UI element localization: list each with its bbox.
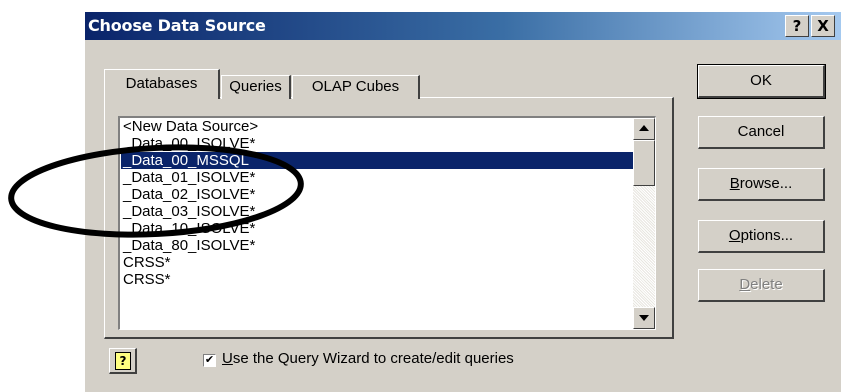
list-item-selected[interactable]: _Data_00_MSSQL [121,152,641,169]
dialog-title: Choose Data Source [88,16,266,35]
scrollbar-thumb[interactable] [633,140,655,186]
list-item[interactable]: _Data_01_ISOLVE* [121,169,635,186]
list-item[interactable]: CRSS* [121,254,635,271]
browse-label: rowse... [739,175,793,192]
browse-accel: B [729,175,740,192]
help-button[interactable]: ? [109,348,137,374]
query-wizard-label[interactable]: Use the Query Wizard to create/edit quer… [222,350,514,367]
data-source-list[interactable]: <New Data Source> _Data_00_ISOLVE* _Data… [118,116,656,330]
tab-databases-label: Databases [125,75,198,92]
tab-queries[interactable]: Queries [221,75,291,99]
delete-button[interactable]: Delete [698,269,825,302]
delete-label: elete [750,276,783,293]
options-button[interactable]: Options... [698,220,825,253]
list-item[interactable]: _Data_80_ISOLVE* [121,237,635,254]
arrow-down-icon [639,315,649,321]
scroll-down-button[interactable] [633,307,655,329]
list-item[interactable]: _Data_03_ISOLVE* [121,203,635,220]
scroll-up-button[interactable] [633,118,655,140]
vertical-scrollbar[interactable] [633,118,655,329]
title-bar[interactable]: Choose Data Source ? X [85,12,841,40]
tab-queries-label: Queries [229,78,282,95]
query-wizard-accel: U [222,350,233,367]
choose-data-source-dialog: Choose Data Source ? X Databases Queries… [85,12,841,392]
query-wizard-label-text: se the Query Wizard to create/edit queri… [232,350,514,367]
list-item[interactable]: _Data_02_ISOLVE* [121,186,635,203]
help-title-button[interactable]: ? [785,15,809,37]
options-label: ptions... [740,227,794,244]
tab-olap-cubes[interactable]: OLAP Cubes [292,75,420,99]
close-button[interactable]: X [811,15,835,37]
list-item[interactable]: _Data_00_ISOLVE* [121,135,635,152]
browse-button[interactable]: Browse... [698,168,825,201]
tab-databases[interactable]: Databases [104,69,220,99]
tab-olap-cubes-label: OLAP Cubes [311,78,400,95]
cancel-button[interactable]: Cancel [698,116,825,149]
query-wizard-checkbox[interactable]: ✔ [203,354,216,367]
list-item[interactable]: _Data_10_ISOLVE* [121,220,635,237]
delete-accel: D [739,276,751,293]
options-accel: O [728,227,741,244]
ok-button[interactable]: OK [697,64,826,99]
arrow-up-icon [639,125,649,131]
list-item[interactable]: CRSS* [121,271,635,288]
help-icon: ? [115,352,131,370]
list-item[interactable]: <New Data Source> [121,118,635,135]
